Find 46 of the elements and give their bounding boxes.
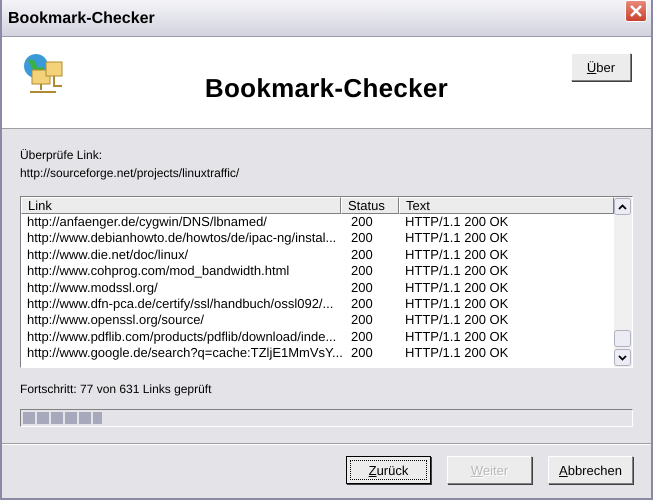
chevron-up-icon — [618, 204, 627, 210]
table-cell-text: HTTP/1.1 200 OK — [404, 312, 510, 329]
dialog-button[interactable]: Abbrechen — [548, 456, 633, 484]
current-url: http://sourceforge.net/projects/linuxtraffic/ — [20, 165, 240, 182]
table-cell-text: HTTP/1.1 200 OK — [404, 296, 510, 312]
table-cell-text: 200 — [350, 214, 374, 230]
table-cell-text: 200 — [350, 345, 374, 362]
table-cell-text: http://www.openssl.org/source/ — [26, 312, 206, 329]
table-cell-text: HTTP/1.1 200 OK — [404, 345, 510, 362]
column-header[interactable]: Text — [399, 197, 614, 214]
column-header[interactable]: Status — [341, 197, 399, 214]
table-cell-text: 200 — [350, 230, 374, 247]
chevron-down-icon — [618, 354, 627, 360]
table-cell-text: 200 — [350, 280, 374, 296]
table-cell-text: HTTP/1.1 200 OK — [404, 328, 510, 346]
table-cell-text: http://www.modssl.org/ — [26, 280, 159, 296]
scroll-thumb[interactable] — [614, 330, 631, 347]
close-button[interactable] — [625, 0, 647, 22]
table-cell-text: HTTP/1.1 200 OK — [404, 246, 510, 264]
table-cell-text: 200 — [350, 328, 374, 346]
app-heading: Bookmark-Checker — [204, 72, 450, 104]
table-cell-text: 200 — [350, 263, 374, 280]
table-cell-text: 200 — [350, 296, 374, 312]
about-button[interactable]: Über — [571, 53, 631, 81]
column-header[interactable]: Link — [21, 197, 341, 214]
dialog-button[interactable]: Zurück — [346, 456, 431, 484]
check-label: Überprüfe Link: — [20, 147, 104, 164]
window-title: Bookmark-Checker — [8, 9, 155, 28]
table-cell-text: http://www.die.net/doc/linux/ — [26, 246, 190, 264]
table-cell-text: HTTP/1.1 200 OK — [404, 230, 510, 247]
table-cell-text: http://www.cohprog.com/mod_bandwidth.html — [26, 263, 290, 280]
close-icon — [629, 4, 643, 18]
table-cell-text: http://www.google.de/search?q=cache:TZljE1MmVsY... — [26, 345, 341, 362]
table-cell-text: 200 — [350, 246, 374, 264]
table-cell-text: 200 — [350, 312, 374, 329]
table-cell-text: http://anfaenger.de/cygwin/DNS/lbnamed/ — [26, 214, 268, 230]
table-cell-text: HTTP/1.1 200 OK — [404, 214, 510, 230]
table-cell-text: HTTP/1.1 200 OK — [404, 280, 510, 296]
table-cell-text: http://www.dfn-pca.de/certify/ssl/handbuch/ossl092/... — [26, 296, 334, 312]
progress-label: Fortschritt: 77 von 631 Links geprüft — [20, 381, 212, 397]
scroll-up-button[interactable] — [614, 198, 631, 215]
scrollbar[interactable] — [614, 197, 632, 367]
table-cell-text: http://www.debianhowto.de/howtos/de/ipac-ng/instal... — [26, 230, 338, 247]
scroll-down-button[interactable] — [614, 349, 631, 366]
table-cell-text: http://www.pdflib.com/products/pdflib/download/inde... — [26, 328, 338, 346]
table-cell-text: HTTP/1.1 200 OK — [404, 263, 510, 280]
